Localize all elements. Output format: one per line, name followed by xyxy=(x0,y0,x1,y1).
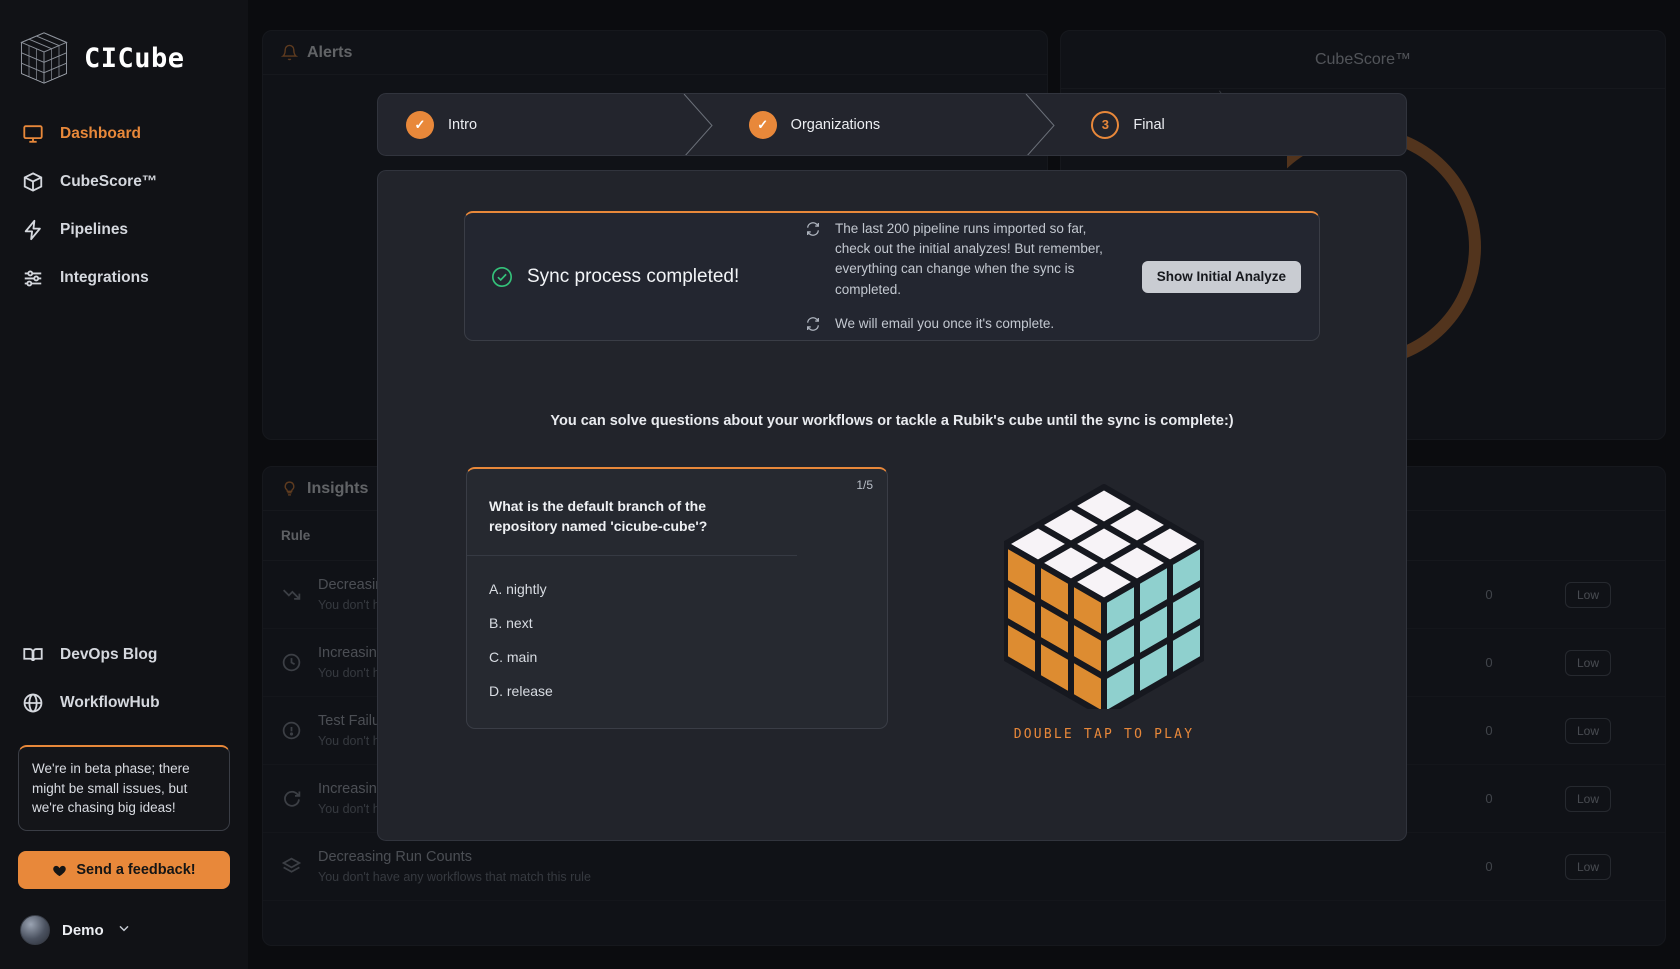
sync-line-text: We will email you once it's complete. xyxy=(835,315,1055,331)
beta-notice: We're in beta phase; there might be smal… xyxy=(18,745,230,831)
modal-body: Sync process completed! The last 200 pip… xyxy=(377,170,1407,841)
check-circle-icon xyxy=(491,266,513,288)
play-prompt: You can solve questions about your workf… xyxy=(550,413,1234,429)
globe-icon xyxy=(22,692,44,714)
sidebar-item-pipelines[interactable]: Pipelines xyxy=(0,206,248,254)
sliders-icon xyxy=(22,267,44,289)
sidebar-item-label: Dashboard xyxy=(60,125,141,142)
step-marker-done-icon: ✓ xyxy=(406,110,434,139)
onboarding-stepper: ✓ Intro ✓ Organizations 3 Final xyxy=(377,93,1407,156)
avatar xyxy=(20,915,50,945)
sync-status-lines: The last 200 pipeline runs imported so f… xyxy=(805,219,1118,334)
rubiks-cube-icon[interactable] xyxy=(1002,477,1206,718)
sidebar-nav: Dashboard CubeScore™ Pipelines Integrati… xyxy=(0,110,248,302)
sync-icon xyxy=(805,221,821,237)
sidebar: CICube Dashboard CubeScore™ Pipelines In… xyxy=(0,0,248,969)
user-name: Demo xyxy=(62,921,104,939)
play-area: 1/5 What is the default branch of the re… xyxy=(464,467,1320,742)
brand[interactable]: CICube xyxy=(0,0,248,92)
step-label: Organizations xyxy=(790,116,881,133)
rubiks-cube-zone[interactable]: DOUBLE TAP TO PLAY xyxy=(888,467,1320,742)
sidebar-item-dashboard[interactable]: Dashboard xyxy=(0,110,248,158)
sidebar-item-label: Integrations xyxy=(60,269,149,286)
step-separator xyxy=(1024,94,1064,155)
sync-status-title: Sync process completed! xyxy=(527,265,740,287)
rubiks-cube-icon xyxy=(18,30,70,86)
chevron-down-icon xyxy=(116,920,132,941)
cube-play-cta: DOUBLE TAP TO PLAY xyxy=(1013,727,1195,742)
sync-line: The last 200 pipeline runs imported so f… xyxy=(805,219,1118,300)
sidebar-item-cubescore[interactable]: CubeScore™ xyxy=(0,158,248,206)
book-icon xyxy=(22,644,44,666)
sidebar-item-devops-blog[interactable]: DevOps Blog xyxy=(0,631,248,679)
sidebar-item-label: CubeScore™ xyxy=(60,173,158,190)
step-organizations[interactable]: ✓ Organizations xyxy=(721,94,1064,155)
quiz-counter: 1/5 xyxy=(856,478,873,492)
sidebar-item-label: DevOps Blog xyxy=(60,646,158,664)
step-final[interactable]: 3 Final xyxy=(1063,94,1406,155)
heart-icon xyxy=(52,863,67,878)
quiz-option-d[interactable]: D. release xyxy=(489,674,865,708)
quiz-option-a[interactable]: A. nightly xyxy=(489,572,865,606)
step-marker-done-icon: ✓ xyxy=(748,110,777,139)
sync-status-card: Sync process completed! The last 200 pip… xyxy=(464,211,1320,341)
cube-icon xyxy=(22,171,44,193)
sidebar-item-integrations[interactable]: Integrations xyxy=(0,254,248,302)
sync-line: We will email you once it's complete. xyxy=(805,314,1118,334)
app-root: Alerts CubeScore™ Insights Rule xyxy=(0,0,1680,969)
step-marker-current: 3 xyxy=(1091,110,1120,139)
sidebar-item-label: WorkflowHub xyxy=(60,694,160,712)
user-menu[interactable]: Demo xyxy=(20,915,248,945)
onboarding-modal: ✓ Intro ✓ Organizations 3 Final Sync pro… xyxy=(377,93,1407,841)
brand-name: CICube xyxy=(84,42,185,74)
send-feedback-button[interactable]: Send a feedback! xyxy=(18,851,230,889)
send-feedback-label: Send a feedback! xyxy=(76,862,196,878)
quiz-options: A. nightly B. next C. main D. release xyxy=(467,556,887,728)
step-label: Intro xyxy=(448,116,478,133)
quiz-question: What is the default branch of the reposi… xyxy=(467,469,797,556)
sync-status-left: Sync process completed! xyxy=(491,266,781,288)
sidebar-item-workflowhub[interactable]: WorkflowHub xyxy=(0,679,248,727)
step-separator xyxy=(682,94,722,155)
quiz-option-b[interactable]: B. next xyxy=(489,606,865,640)
show-initial-analyze-button[interactable]: Show Initial Analyze xyxy=(1141,260,1301,293)
quiz-card: 1/5 What is the default branch of the re… xyxy=(466,467,888,729)
sidebar-item-label: Pipelines xyxy=(60,221,129,238)
sync-icon xyxy=(805,316,821,332)
lightning-icon xyxy=(22,219,44,241)
monitor-icon xyxy=(22,123,44,145)
sidebar-bottom-nav: DevOps Blog WorkflowHub We're in beta ph… xyxy=(0,631,248,969)
quiz-option-c[interactable]: C. main xyxy=(489,640,865,674)
step-label: Final xyxy=(1133,116,1165,133)
sync-line-text: The last 200 pipeline runs imported so f… xyxy=(835,220,1103,297)
step-intro[interactable]: ✓ Intro xyxy=(378,94,721,155)
